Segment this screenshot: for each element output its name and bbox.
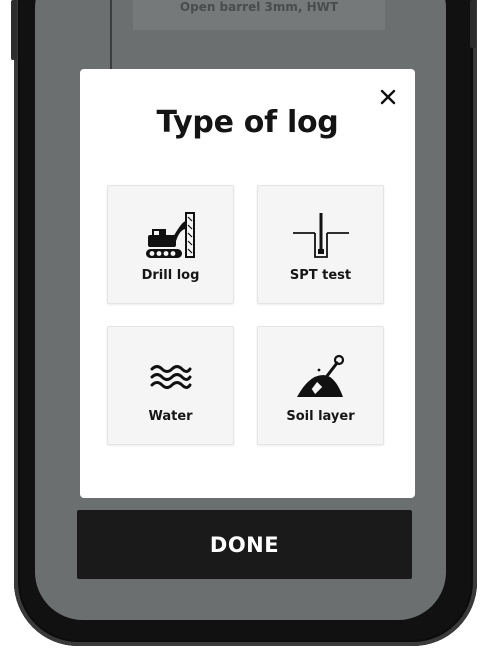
option-water[interactable]: Water <box>107 326 234 445</box>
background-timeline-line <box>110 0 112 70</box>
modal-title: Type of log <box>156 105 339 140</box>
drill-rig-icon <box>108 210 233 262</box>
close-icon <box>380 89 396 105</box>
phone-side-button-right <box>470 0 476 48</box>
phone-side-button-left <box>11 0 17 60</box>
option-drill-log-label: Drill log <box>141 268 200 283</box>
option-spt-test-label: SPT test <box>289 268 352 283</box>
option-spt-test[interactable]: SPT test <box>257 185 384 304</box>
option-drill-log[interactable]: Drill log <box>107 185 234 304</box>
done-button-label: DONE <box>209 532 280 557</box>
option-water-label: Water <box>148 409 193 424</box>
spt-test-icon <box>258 210 383 262</box>
option-soil-layer-label: Soil layer <box>286 409 355 424</box>
water-waves-icon <box>108 351 233 403</box>
option-soil-layer[interactable]: Soil layer <box>257 326 384 445</box>
type-of-log-modal: Type of log Drill log SPT test Water Soi… <box>80 69 415 498</box>
soil-shovel-icon <box>258 351 383 403</box>
done-button[interactable]: DONE <box>77 510 412 579</box>
background-card-text: Open barrel 3mm, HWT <box>179 0 339 14</box>
